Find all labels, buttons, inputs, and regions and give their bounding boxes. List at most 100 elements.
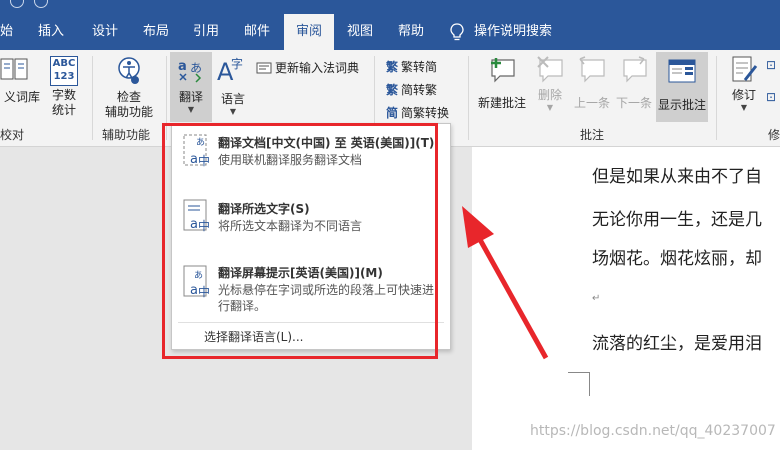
delete-comment-button[interactable]: 删除 ▼ bbox=[532, 54, 568, 112]
tab-help[interactable]: 帮助 bbox=[398, 14, 424, 50]
tell-me-label: 操作说明搜索 bbox=[474, 24, 553, 39]
separator bbox=[468, 56, 469, 140]
tell-me-search[interactable]: 操作说明搜索 bbox=[450, 14, 552, 50]
svg-text:中: 中 bbox=[198, 153, 210, 168]
check-accessibility-button[interactable]: 检查 辅助功能 bbox=[100, 56, 158, 120]
translate-screentip-item[interactable]: あ a 中 翻译屏幕提示[英语(美国)](M) 光标悬停在字词或所选的段落上可快… bbox=[172, 256, 450, 322]
separator bbox=[166, 56, 167, 140]
delete-comment-label: 删除 bbox=[537, 88, 562, 102]
translate-document-title: 翻译文档[中文(中国) 至 英语(美国)](T) bbox=[218, 136, 435, 150]
svg-text:a: a bbox=[190, 283, 198, 298]
translate-selection-item[interactable]: a 中 翻译所选文字(S) 将所选文本翻译为不同语言 bbox=[172, 190, 450, 256]
previous-comment-icon bbox=[579, 56, 605, 83]
tab-review[interactable]: 审阅 bbox=[284, 14, 334, 50]
language-icon: A 字 bbox=[217, 56, 243, 84]
svg-text:字: 字 bbox=[231, 56, 243, 71]
paragraph-mark: ↵ bbox=[592, 293, 601, 304]
tab-layout[interactable]: 布局 bbox=[143, 14, 169, 50]
next-comment-icon bbox=[623, 56, 647, 83]
language-button[interactable]: A 字 语言 ▼ bbox=[214, 54, 252, 116]
document-line-text: 场烟花。烟花炫丽，却 bbox=[592, 249, 762, 269]
chevron-down-icon: ▼ bbox=[187, 105, 195, 114]
svg-text:a: a bbox=[190, 152, 198, 167]
svg-text:a: a bbox=[190, 217, 198, 232]
chevron-down-icon: ▼ bbox=[229, 107, 237, 116]
translate-screentip-title: 翻译屏幕提示[英语(美国)](M) bbox=[218, 266, 383, 280]
to-simplified-label: 繁转简 bbox=[401, 60, 438, 74]
word-count-label: 字数 统计 bbox=[51, 88, 76, 117]
review-pane-icon[interactable]: ⊡ bbox=[766, 90, 776, 104]
show-comments-icon bbox=[668, 59, 696, 83]
undo-icon[interactable] bbox=[10, 0, 24, 8]
thesaurus-label: 义词库 bbox=[3, 90, 40, 104]
show-comments-button[interactable]: 显示批注 bbox=[656, 52, 708, 122]
translate-selection-desc: 将所选文本翻译为不同语言 bbox=[218, 219, 363, 233]
thesaurus-icon bbox=[0, 58, 28, 80]
tracking-group-label: 修 bbox=[768, 128, 780, 142]
translate-screentip-icon: あ a 中 bbox=[183, 265, 210, 299]
document-line: 无论你用一生，还是几 bbox=[592, 210, 762, 230]
title-bar bbox=[0, 0, 780, 14]
chinese-conversion-button[interactable]: 简 简繁转换 bbox=[386, 104, 449, 121]
chevron-down-icon: ▼ bbox=[546, 103, 554, 112]
new-comment-label: 新建批注 bbox=[477, 96, 526, 110]
to-simplified-button[interactable]: 繁 繁转简 bbox=[386, 58, 437, 75]
to-traditional-button[interactable]: 繁 简转繁 bbox=[386, 81, 437, 98]
translate-selection-icon: a 中 bbox=[183, 199, 210, 233]
track-changes-button[interactable]: 修订 ▼ bbox=[724, 54, 764, 112]
check-accessibility-label: 检查 辅助功能 bbox=[104, 90, 153, 119]
ribbon-tabs: 始 插入 设计 布局 引用 邮件 审阅 视图 帮助 操作说明搜索 bbox=[0, 14, 780, 50]
svg-text:あ: あ bbox=[194, 270, 203, 281]
translate-selection-title: 翻译所选文字(S) bbox=[218, 202, 310, 216]
translate-document-desc: 使用联机翻译服务翻译文档 bbox=[218, 153, 363, 167]
new-comment-button[interactable]: 新建批注 bbox=[474, 54, 530, 111]
document-page[interactable]: 但是如果从来由不了自 无论你用一生，还是几 场烟花。烟花炫丽，却 ↵ 流落的红尘… bbox=[472, 147, 780, 450]
lightbulb-icon bbox=[450, 23, 464, 41]
tab-mailings[interactable]: 邮件 bbox=[244, 14, 270, 50]
tab-insert[interactable]: 插入 bbox=[38, 14, 64, 50]
tab-home[interactable]: 始 bbox=[0, 14, 18, 50]
document-line: 场烟花。烟花炫丽，却 bbox=[592, 244, 762, 269]
document-line: 但是如果从来由不了自 bbox=[592, 167, 762, 187]
convert-label: 简繁转换 bbox=[401, 106, 450, 120]
document-line: 流落的红尘，是爱用泪 bbox=[592, 334, 762, 354]
previous-comment-button[interactable]: 上一条 bbox=[572, 54, 612, 111]
previous-comment-label: 上一条 bbox=[573, 96, 610, 110]
menu-separator bbox=[178, 322, 444, 323]
conversion-icon: 简 bbox=[386, 106, 399, 120]
tab-view[interactable]: 视图 bbox=[347, 14, 373, 50]
translate-dropdown-menu: あ a 中 翻译文档[中文(中国) 至 英语(美国)](T) 使用联机翻译服务翻… bbox=[171, 123, 451, 350]
watermark: https://blog.csdn.net/qq_40237007 bbox=[530, 423, 776, 439]
comments-group-label: 批注 bbox=[580, 128, 605, 142]
separator bbox=[716, 56, 717, 140]
tab-design[interactable]: 设计 bbox=[92, 14, 118, 50]
translate-icon: a あ bbox=[178, 59, 202, 83]
markup-icon[interactable]: ⊡ bbox=[766, 58, 776, 72]
svg-text:あ: あ bbox=[196, 137, 205, 148]
margin-corner-mark bbox=[568, 372, 590, 396]
svg-text:中: 中 bbox=[198, 284, 210, 299]
update-ime-dictionary-button[interactable]: 更新输入法词典 bbox=[256, 59, 359, 76]
translate-screentip-desc: 光标悬停在字词或所选的段落上可快速进行翻译。 bbox=[218, 283, 435, 313]
thesaurus-button[interactable]: 义词库 bbox=[0, 56, 44, 105]
track-changes-label: 修订 bbox=[731, 88, 756, 102]
redo-icon[interactable] bbox=[34, 0, 48, 8]
translate-document-icon: あ a 中 bbox=[183, 134, 210, 168]
tab-references[interactable]: 引用 bbox=[193, 14, 219, 50]
update-ime-label: 更新输入法词典 bbox=[275, 61, 360, 75]
next-comment-label: 下一条 bbox=[615, 96, 652, 110]
translate-button[interactable]: a あ 翻译 ▼ bbox=[170, 52, 212, 122]
traditional-to-simplified-icon: 繁 bbox=[386, 60, 399, 74]
word-count-button[interactable]: ABC 123 字数 统计 bbox=[46, 56, 82, 118]
next-comment-button[interactable]: 下一条 bbox=[614, 54, 654, 111]
svg-text:中: 中 bbox=[198, 218, 210, 233]
translate-document-item[interactable]: あ a 中 翻译文档[中文(中国) 至 英语(美国)](T) 使用联机翻译服务翻… bbox=[172, 124, 450, 190]
to-traditional-label: 简转繁 bbox=[401, 83, 438, 97]
separator bbox=[92, 56, 93, 140]
track-changes-icon bbox=[732, 56, 758, 82]
choose-translation-language-item[interactable]: 选择翻译语言(L)... bbox=[204, 328, 304, 345]
new-comment-icon bbox=[491, 58, 515, 83]
chevron-down-icon: ▼ bbox=[740, 103, 748, 112]
translate-label: 翻译 bbox=[178, 90, 203, 104]
proofing-group-label: 校对 bbox=[0, 128, 25, 142]
